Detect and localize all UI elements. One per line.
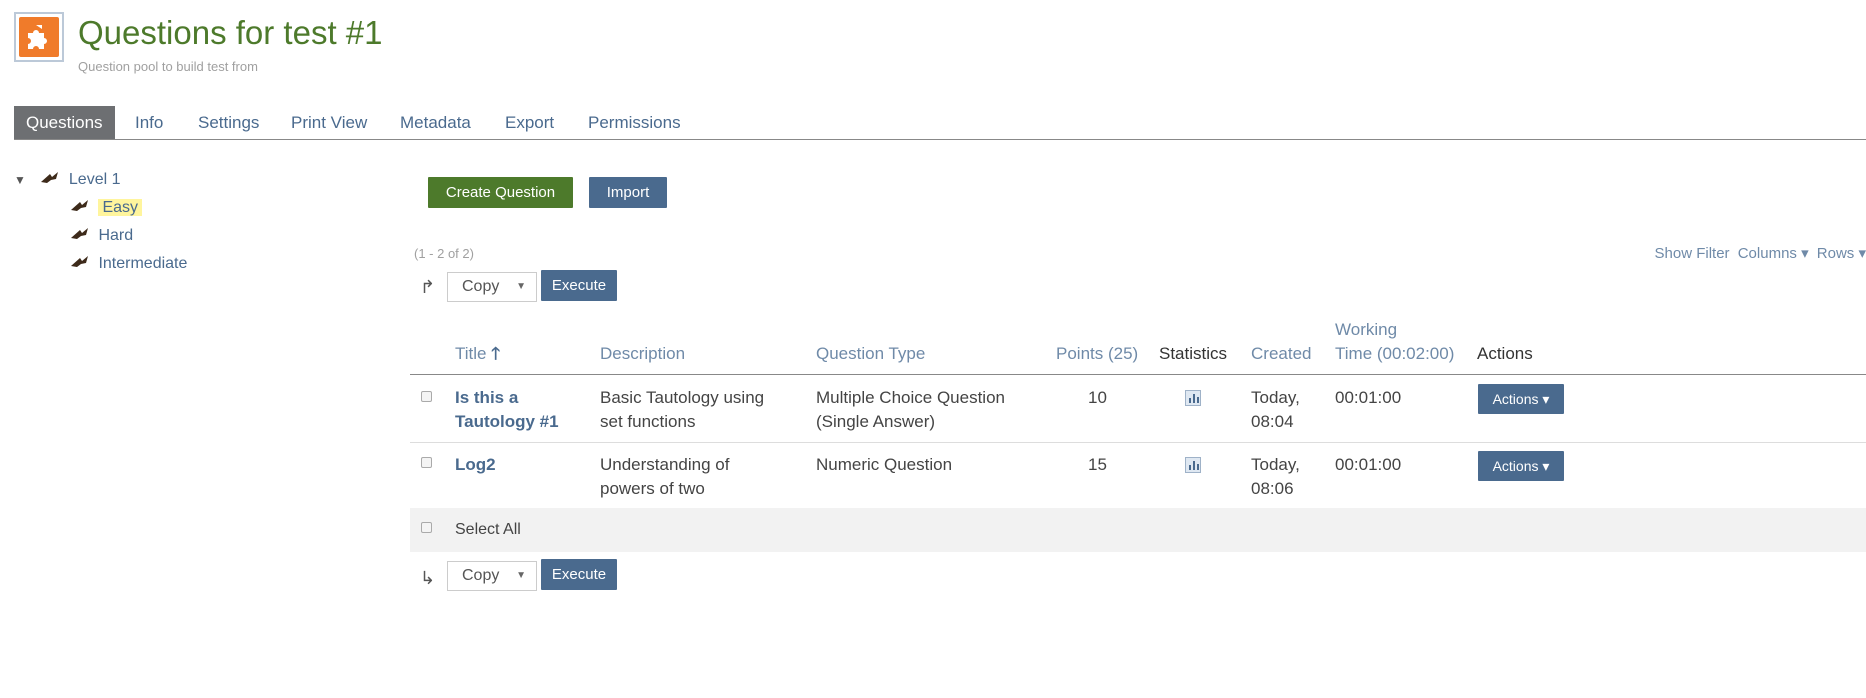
dropdown-caret-icon: ▼: [516, 570, 526, 581]
row-actions-button[interactable]: Actions ▾: [1478, 384, 1564, 414]
question-type: Numeric Question: [816, 455, 953, 474]
page-title: Questions for test #1: [78, 14, 383, 51]
select-all-checkbox[interactable]: [421, 522, 432, 533]
row-checkbox[interactable]: [421, 457, 432, 468]
statistics-icon[interactable]: [1185, 390, 1201, 406]
tree-node-level-1[interactable]: ▼ Level 1: [14, 168, 121, 192]
tree-label-hard: Hard: [98, 227, 134, 245]
tree-node-easy[interactable]: Easy: [70, 196, 143, 220]
row-actions-button[interactable]: Actions ▾: [1478, 451, 1564, 481]
row-checkbox[interactable]: [421, 391, 432, 402]
statistics-icon[interactable]: [1185, 457, 1201, 473]
tree-node-intermediate[interactable]: Intermediate: [70, 252, 187, 276]
question-working-time: 00:01:00: [1335, 388, 1402, 407]
branch-icon: [70, 196, 94, 220]
tree-label-easy: Easy: [98, 199, 143, 217]
branch-icon: [70, 252, 94, 276]
question-points: 10: [1088, 388, 1107, 407]
question-description: Basic Tautology using set functions: [600, 388, 765, 431]
command-select-bottom[interactable]: Copy ▼: [447, 561, 537, 591]
question-type: Multiple Choice Question (Single Answer): [816, 388, 1005, 431]
column-header-description[interactable]: Description: [600, 342, 685, 366]
show-filter-link[interactable]: Show Filter: [1655, 245, 1730, 262]
column-header-title[interactable]: Title 🡑: [455, 342, 500, 366]
puzzle-icon: [19, 17, 59, 57]
sort-ascending-icon: 🡑: [491, 344, 501, 363]
column-header-actions: Actions: [1477, 344, 1533, 363]
question-title-link[interactable]: Log2: [455, 453, 496, 477]
tab-bar: Questions Info Settings Print View Metad…: [14, 106, 1866, 140]
tab-export[interactable]: Export: [505, 106, 554, 139]
rows-dropdown[interactable]: Rows ▾: [1817, 245, 1866, 262]
tab-info[interactable]: Info: [135, 106, 163, 139]
tree-node-hard[interactable]: Hard: [70, 224, 133, 248]
column-header-created[interactable]: Created: [1251, 342, 1311, 366]
column-header-statistics: Statistics: [1159, 344, 1228, 363]
question-points: 15: [1088, 455, 1107, 474]
tab-metadata[interactable]: Metadata: [400, 106, 471, 139]
question-description: Understanding of powers of two: [600, 455, 730, 498]
tab-permissions[interactable]: Permissions: [588, 106, 681, 139]
columns-dropdown[interactable]: Columns ▾: [1738, 245, 1809, 262]
tab-print-view[interactable]: Print View: [291, 106, 367, 139]
page-subtitle: Question pool to build test from: [78, 59, 258, 74]
arrow-up-right-icon: ↱: [420, 277, 436, 297]
collapse-arrow-icon[interactable]: ▼: [14, 168, 36, 192]
branch-icon: [40, 168, 64, 192]
tree-label-level-1: Level 1: [68, 171, 121, 189]
execute-button-bottom[interactable]: Execute: [541, 559, 617, 590]
branch-icon: [70, 224, 94, 248]
table-header-divider: [410, 374, 1866, 375]
tab-settings[interactable]: Settings: [198, 106, 259, 139]
create-question-button[interactable]: Create Question: [428, 177, 573, 208]
command-select-top[interactable]: Copy ▼: [447, 272, 537, 302]
column-header-working-time[interactable]: Working Time (00:02:00): [1335, 318, 1454, 366]
result-count: (1 - 2 of 2): [414, 246, 474, 261]
question-created: Today, 08:06: [1251, 455, 1300, 498]
tab-questions[interactable]: Questions: [14, 106, 115, 139]
arrow-down-right-icon: ↳: [420, 568, 436, 588]
table-controls: Show Filter Columns ▾ Rows ▾: [1651, 244, 1866, 262]
question-created: Today, 08:04: [1251, 388, 1300, 431]
row-divider: [410, 442, 1866, 443]
app-logo: [14, 12, 64, 62]
execute-button-top[interactable]: Execute: [541, 270, 617, 301]
tree-label-intermediate: Intermediate: [98, 255, 188, 273]
column-header-question-type[interactable]: Question Type: [816, 342, 925, 366]
select-all-bar: [410, 508, 1866, 552]
question-working-time: 00:01:00: [1335, 455, 1402, 474]
question-title-link[interactable]: Is this a Tautology #1: [455, 386, 559, 434]
dropdown-caret-icon: ▼: [516, 281, 526, 292]
column-header-points[interactable]: Points (25): [1056, 342, 1138, 366]
import-button[interactable]: Import: [589, 177, 667, 208]
select-all-label[interactable]: Select All: [455, 518, 521, 542]
